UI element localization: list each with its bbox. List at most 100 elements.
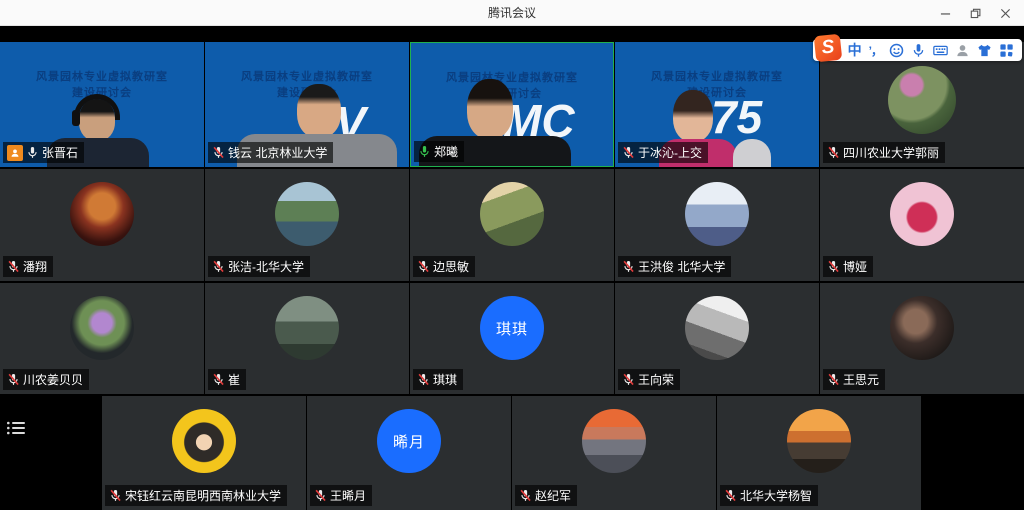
keyboard-icon[interactable] xyxy=(933,43,948,58)
participant-name: 钱云 北京林业大学 xyxy=(228,144,327,161)
participant-name-tag: 赵纪军 xyxy=(515,485,577,506)
tile-yangzhi[interactable]: 北华大学杨智 xyxy=(717,396,921,510)
tile-zhangjie[interactable]: 张洁-北华大学 xyxy=(205,169,409,281)
mic-muted-icon xyxy=(724,489,737,502)
participant-name-tag: 王向荣 xyxy=(618,369,680,390)
participant-name: 王思元 xyxy=(843,371,879,388)
tile-cui[interactable]: 崔 xyxy=(205,283,409,394)
mic-muted-icon xyxy=(622,260,635,273)
participant-name: 郑曦 xyxy=(434,143,458,160)
ime-punct-toggle[interactable]: ’， xyxy=(869,42,882,59)
participant-name-tag: 琪琪 xyxy=(413,369,463,390)
participant-name-tag: 王思元 xyxy=(823,369,885,390)
tile-wanghongjun[interactable]: 王洪俊 北华大学 xyxy=(615,169,819,281)
avatar xyxy=(890,182,954,246)
participant-name-tag: 潘翔 xyxy=(3,256,53,277)
close-button[interactable] xyxy=(990,0,1020,26)
ime-lang-toggle[interactable]: 中 xyxy=(848,40,862,60)
participant-name: 王晞月 xyxy=(330,487,366,504)
participant-name-tag: 宋钰红云南昆明西南林业大学 xyxy=(105,485,287,506)
participant-name-tag: 王晞月 xyxy=(310,485,372,506)
toolbox-icon[interactable] xyxy=(999,43,1014,58)
tile-zhengxi[interactable]: 风景园林专业虚拟教研室 建设研讨会 MC 郑曦 xyxy=(410,42,614,167)
mic-muted-icon xyxy=(519,489,532,502)
minimize-button[interactable] xyxy=(930,0,960,26)
participant-name-tag: 张晋石 xyxy=(3,142,84,163)
tile-jiangbeibei[interactable]: 川农姜贝贝 xyxy=(0,283,204,394)
participant-name-tag: 北华大学杨智 xyxy=(720,485,818,506)
avatar xyxy=(70,296,134,360)
participant-name: 赵纪军 xyxy=(535,487,571,504)
mic-muted-icon xyxy=(827,260,840,273)
titlebar: 腾讯会议 xyxy=(0,0,1024,26)
avatar xyxy=(890,296,954,360)
tile-zhangjinshi[interactable]: 风景园林专业虚拟教研室 建设研讨会 张晋石 xyxy=(0,42,204,167)
slide-line1: 风景园林专业虚拟教研室 xyxy=(205,69,409,85)
participant-name: 崔 xyxy=(228,371,240,388)
avatar xyxy=(275,182,339,246)
mic-muted-icon xyxy=(109,489,122,502)
mic-muted-icon xyxy=(417,260,430,273)
participant-name-tag: 于冰沁-上交 xyxy=(618,142,708,163)
person-silhouette xyxy=(467,79,513,139)
tile-boya[interactable]: 博娅 xyxy=(820,169,1024,281)
avatar xyxy=(480,182,544,246)
tile-panxiang[interactable]: 潘翔 xyxy=(0,169,204,281)
account-icon[interactable] xyxy=(955,43,970,58)
mic-muted-icon xyxy=(622,146,635,159)
participant-name: 王向荣 xyxy=(638,371,674,388)
avatar-initials: 琪琪 xyxy=(480,296,544,360)
avatar xyxy=(787,409,851,473)
mic-muted-icon xyxy=(417,373,430,386)
participant-name-tag: 王洪俊 北华大学 xyxy=(618,256,731,277)
participant-name-tag: 川农姜贝贝 xyxy=(3,369,89,390)
participant-name: 王洪俊 北华大学 xyxy=(638,258,725,275)
tile-zhaojijun[interactable]: 赵纪军 xyxy=(512,396,716,510)
mic-muted-icon xyxy=(7,260,20,273)
mic-active-icon xyxy=(418,145,431,158)
skin-icon[interactable] xyxy=(977,43,992,58)
host-badge-icon xyxy=(7,145,23,161)
mic-muted-icon xyxy=(827,373,840,386)
tile-qiqi[interactable]: 琪琪 琪琪 xyxy=(410,283,614,394)
voice-input-icon[interactable] xyxy=(911,43,926,58)
person-silhouette xyxy=(673,90,713,142)
member-list-toggle[interactable] xyxy=(6,420,30,440)
mic-on-icon xyxy=(26,146,39,159)
person-silhouette xyxy=(297,84,341,138)
participant-name-tag: 郑曦 xyxy=(414,141,464,162)
participant-name: 北华大学杨智 xyxy=(740,487,812,504)
participant-name-tag: 崔 xyxy=(208,369,246,390)
mic-muted-icon xyxy=(7,373,20,386)
tile-qianyun[interactable]: 风景园林专业虚拟教研室 建设研讨会 V 钱云 北京林业大学 xyxy=(205,42,409,167)
avatar xyxy=(685,296,749,360)
tile-yubingqin[interactable]: 风景园林专业虚拟教研室 建设研讨会 75 于冰沁-上交 xyxy=(615,42,819,167)
mic-muted-icon xyxy=(212,373,225,386)
mic-muted-icon xyxy=(212,146,225,159)
tile-wangxiangrong[interactable]: 王向荣 xyxy=(615,283,819,394)
participant-name: 宋钰红云南昆明西南林业大学 xyxy=(125,487,281,504)
avatar xyxy=(172,409,236,473)
window-controls xyxy=(930,0,1020,26)
tile-biansimin[interactable]: 边思敏 xyxy=(410,169,614,281)
restore-button[interactable] xyxy=(960,0,990,26)
tile-songyuhong[interactable]: 宋钰红云南昆明西南林业大学 xyxy=(102,396,306,510)
avatar xyxy=(582,409,646,473)
participant-name-tag: 钱云 北京林业大学 xyxy=(208,142,333,163)
participant-name-tag: 张洁-北华大学 xyxy=(208,256,310,277)
participant-name-tag: 博娅 xyxy=(823,256,873,277)
avatar xyxy=(685,182,749,246)
participant-name: 边思敏 xyxy=(433,258,469,275)
tile-wangxiyue[interactable]: 晞月 王晞月 xyxy=(307,396,511,510)
mic-muted-icon xyxy=(212,260,225,273)
participant-name: 潘翔 xyxy=(23,258,47,275)
sogou-logo-icon[interactable]: S xyxy=(813,34,842,63)
slide-line1: 风景园林专业虚拟教研室 xyxy=(0,69,204,85)
slide-watermark: 75 xyxy=(711,94,762,140)
slide-line1: 风景园林专业虚拟教研室 xyxy=(615,69,819,85)
slide-line1: 风景园林专业虚拟教研室 xyxy=(411,70,613,86)
tile-wangsiyuan[interactable]: 王思元 xyxy=(820,283,1024,394)
participant-name: 四川农业大学郭丽 xyxy=(843,144,939,161)
emoji-icon[interactable] xyxy=(889,43,904,58)
participant-name: 川农姜贝贝 xyxy=(23,371,83,388)
